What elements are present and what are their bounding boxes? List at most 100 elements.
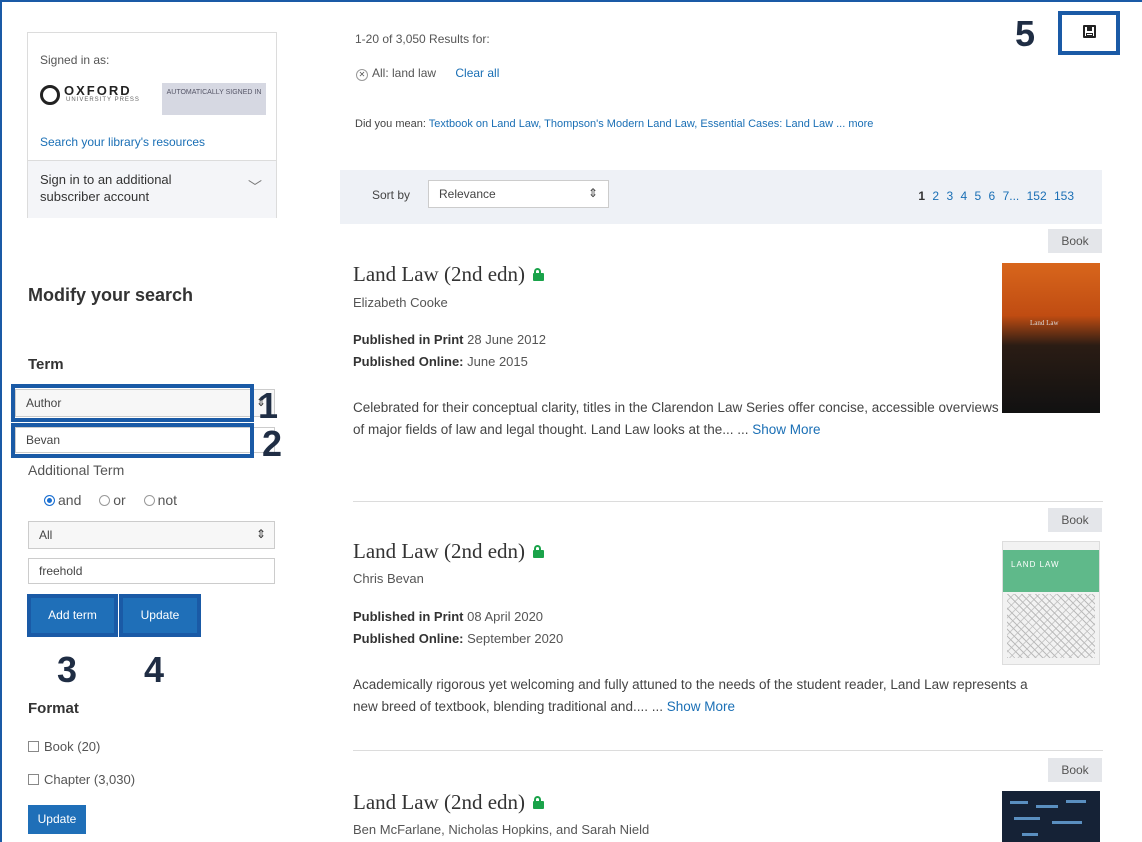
active-filter-chip[interactable]: ✕ All: land law — [356, 66, 437, 81]
radio-and-icon — [44, 495, 55, 506]
result-title[interactable]: Land Law (2nd edn) — [353, 539, 545, 564]
show-more-link[interactable]: Show More — [752, 422, 820, 437]
additional-field-select[interactable]: All ⇕ — [28, 521, 275, 549]
result-type-badge: Book — [1048, 508, 1102, 532]
page-current: 1 — [918, 189, 926, 203]
pagination: 1 2 3 4 5 6 7... 152 153 — [918, 189, 1078, 203]
result-divider — [353, 501, 1103, 502]
save-button[interactable] — [1058, 11, 1120, 55]
additional-signin-label: Sign in to an additional subscriber acco… — [40, 172, 172, 204]
auto-signed-in-badge: AUTOMATICALLY SIGNED IN — [162, 83, 266, 115]
radio-or[interactable]: or — [99, 492, 126, 508]
online-label: Published Online: — [353, 631, 464, 646]
description-text: Celebrated for their conceptual clarity,… — [353, 400, 999, 437]
result-published-online: Published Online: June 2015 — [353, 351, 528, 373]
result-title[interactable]: Land Law (2nd edn) — [353, 790, 545, 815]
did-you-mean-links[interactable]: Textbook on Land Law, Thompson's Modern … — [429, 118, 874, 130]
result-author[interactable]: Chris Bevan — [353, 571, 424, 586]
oup-logo-text: OXFORD — [64, 83, 132, 98]
additional-signin-toggle[interactable]: Sign in to an additional subscriber acco… — [28, 160, 276, 218]
page-frame-left — [0, 0, 2, 842]
results-count: 1-20 of 3,050 Results for: — [355, 32, 490, 46]
page-link[interactable]: 5 — [975, 189, 982, 203]
annotation-number-4: 4 — [144, 649, 165, 690]
format-update-button[interactable]: Update — [28, 805, 86, 834]
did-you-mean: Did you mean: Textbook on Land Law, Thom… — [355, 118, 873, 130]
annotation-number-3: 3 — [57, 649, 78, 690]
clear-all-link[interactable]: Clear all — [455, 66, 499, 80]
annotation-number-1: 1 — [258, 385, 279, 426]
save-icon — [1083, 25, 1096, 38]
result-author[interactable]: Elizabeth Cooke — [353, 295, 448, 310]
page-link[interactable]: 7... — [1003, 189, 1020, 203]
format-book-label: Book (20) — [44, 739, 101, 754]
radio-not-icon — [143, 495, 155, 506]
lock-icon — [533, 545, 545, 558]
cover-title: LAND LAW — [1011, 560, 1060, 569]
checkbox-icon — [28, 741, 39, 752]
page-link[interactable]: 153 — [1054, 189, 1074, 203]
result-divider — [353, 750, 1103, 751]
lock-icon — [533, 796, 545, 809]
sort-value: Relevance — [439, 187, 496, 201]
signin-panel: Signed in as: OXFORD UNIVERSITY PRESS AU… — [27, 32, 277, 218]
highlight-box-2 — [11, 423, 254, 458]
result-published-print: Published in Print 08 April 2020 — [353, 606, 543, 628]
page-link[interactable]: 152 — [1027, 189, 1047, 203]
result-description: Celebrated for their conceptual clarity,… — [353, 397, 1003, 441]
sort-bar: Sort by Relevance ⇕ 1 2 3 4 5 6 7... 152… — [340, 170, 1102, 224]
radio-and-label: and — [58, 492, 82, 508]
print-date: 08 April 2020 — [467, 609, 544, 624]
page-link[interactable]: 4 — [960, 189, 967, 203]
chevron-down-icon: ﹀ — [248, 179, 262, 195]
sort-label: Sort by — [372, 188, 411, 202]
radio-not-label: not — [157, 492, 178, 508]
active-filter-label: All: land law — [372, 66, 437, 80]
additional-field-value: All — [39, 528, 53, 542]
additional-value-input[interactable]: freehold — [28, 558, 275, 584]
checkbox-icon — [28, 774, 39, 785]
annotation-number-2: 2 — [262, 423, 283, 464]
book-cover-image[interactable] — [1002, 791, 1100, 842]
result-title[interactable]: Land Law (2nd edn) — [353, 262, 545, 287]
highlight-box-1 — [11, 384, 254, 422]
update-button[interactable]: Update — [123, 598, 197, 633]
result-published-online: Published Online: September 2020 — [353, 628, 563, 650]
boolean-radio-group: and or not — [44, 492, 191, 508]
format-chapter-checkbox[interactable]: Chapter (3,030) — [28, 772, 135, 787]
sort-arrows-icon: ⇕ — [255, 527, 266, 541]
result-description: Academically rigorous yet welcoming and … — [353, 674, 1043, 718]
page-link[interactable]: 6 — [989, 189, 996, 203]
additional-term-label: Additional Term — [28, 462, 125, 478]
radio-not[interactable]: not — [143, 492, 178, 508]
radio-or-label: or — [113, 492, 126, 508]
book-cover-image[interactable]: Land Law — [1002, 263, 1100, 413]
result-author[interactable]: Ben McFarlane, Nicholas Hopkins, and Sar… — [353, 822, 649, 837]
library-resources-link[interactable]: Search your library's resources — [40, 135, 205, 149]
did-you-mean-prefix: Did you mean: — [355, 118, 426, 130]
add-term-button[interactable]: Add term — [31, 598, 114, 633]
page-link[interactable]: 2 — [932, 189, 939, 203]
page-link[interactable]: 3 — [946, 189, 953, 203]
online-date: June 2015 — [467, 354, 528, 369]
cover-band: LAND LAW — [1003, 550, 1099, 592]
sort-select[interactable]: Relevance ⇕ — [428, 180, 609, 208]
cover-title: Land Law — [1030, 319, 1059, 327]
print-label: Published in Print — [353, 332, 464, 347]
result-title-text: Land Law (2nd edn) — [353, 790, 526, 814]
print-date: 28 June 2012 — [467, 332, 546, 347]
cover-illustration — [1007, 594, 1095, 658]
modify-search-heading: Modify your search — [28, 285, 194, 305]
radio-and[interactable]: and — [44, 492, 81, 508]
print-label: Published in Print — [353, 609, 464, 624]
active-filters: ✕ All: land law Clear all — [356, 66, 499, 81]
show-more-link[interactable]: Show More — [667, 699, 735, 714]
lock-icon — [533, 268, 545, 281]
format-chapter-label: Chapter (3,030) — [44, 772, 136, 787]
format-book-checkbox[interactable]: Book (20) — [28, 739, 100, 754]
clear-filter-icon[interactable]: ✕ — [356, 69, 368, 81]
oup-logo-circle-icon — [40, 85, 60, 105]
sort-arrows-icon: ⇕ — [587, 186, 598, 200]
result-type-badge: Book — [1048, 229, 1102, 253]
book-cover-image[interactable]: LAND LAW — [1002, 541, 1100, 665]
